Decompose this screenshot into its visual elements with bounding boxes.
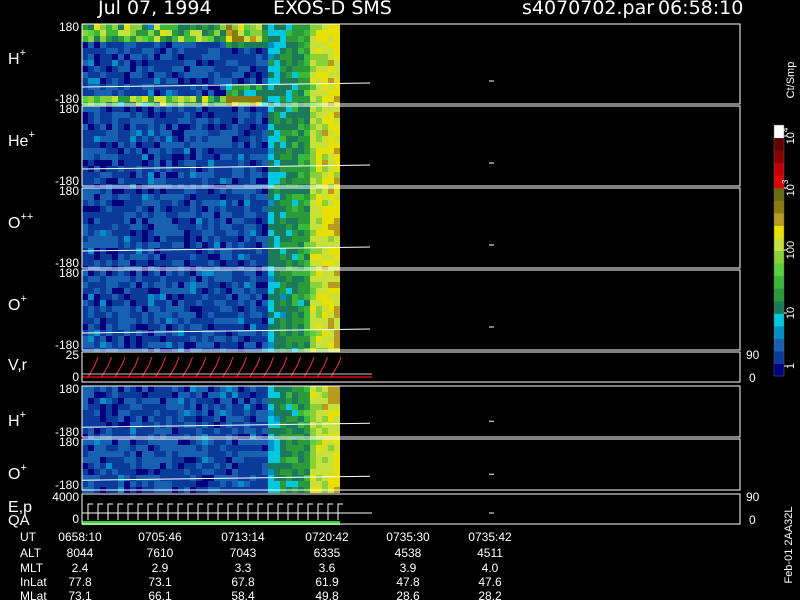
footer-cell: 3.3: [235, 561, 252, 575]
panel-8-right-max: 90: [746, 490, 760, 504]
panel-5: [82, 352, 740, 382]
footer-cell: 0735:42: [468, 530, 512, 544]
colorbar-swatch: [774, 162, 784, 176]
colorbar-swatch: [774, 225, 784, 239]
footer-cell: 0720:42: [305, 530, 349, 544]
panel-8-ymax: 4000: [52, 490, 79, 504]
footer-cell: 28.6: [396, 589, 420, 600]
footer-cell: 8044: [67, 546, 94, 560]
colorbar-swatch: [774, 250, 784, 264]
panels-layer: [81, 24, 740, 525]
footer-cell: 49.8: [315, 589, 339, 600]
panel-5-ymax: 25: [66, 348, 80, 362]
footer-cell: 73.1: [68, 589, 92, 600]
footer-cell: 2.9: [152, 561, 169, 575]
footer-cell: 0735:30: [386, 530, 430, 544]
footer-cell: 61.9: [315, 575, 339, 589]
colorbar-swatch: [774, 187, 784, 201]
header-instrument: EXOS-D SMS: [273, 0, 392, 19]
footer-cell: 2.4: [72, 561, 89, 575]
colorbar-swatch: [774, 288, 784, 302]
colorbar-swatch: [774, 212, 784, 226]
panel-8-label2: QA: [8, 512, 30, 529]
panel-2-ymax: 180: [59, 102, 79, 116]
footer-row-label: MLT: [20, 561, 44, 575]
header-file: s4070702.par: [522, 0, 655, 19]
header-time: 06:58:10: [658, 0, 744, 19]
panel-8-right-min: 0: [749, 513, 756, 527]
footer-cell: 7043: [230, 546, 257, 560]
footer-cell: 73.1: [148, 575, 172, 589]
colorbar-tick: 100: [785, 241, 797, 259]
panel-7-ymax: 180: [59, 435, 79, 449]
panel-1: [81, 24, 740, 108]
colorbar-swatch: [774, 150, 784, 164]
footer-cell: 58.4: [231, 589, 255, 600]
colorbar-swatch: [774, 338, 784, 352]
footer-cell: 47.8: [396, 575, 420, 589]
panel-5-right-max: 90: [746, 348, 760, 362]
footer-cell: 66.1: [148, 589, 172, 600]
footer-cell: 3.9: [400, 561, 417, 575]
panel-4: [81, 270, 740, 354]
colorbar-swatch: [774, 263, 784, 277]
footer-row-label: InLat: [20, 575, 47, 589]
panel-4-ymax: 180: [59, 266, 79, 280]
footer-cell: 4511: [477, 546, 503, 560]
footer-cell: 0713:14: [221, 530, 265, 544]
colorbar-tick: 1: [785, 363, 797, 369]
panel-6-ymax: 180: [59, 382, 79, 396]
footer-cell: 47.6: [478, 575, 502, 589]
footer-cell: 67.8: [231, 575, 255, 589]
footer-cell: 28.2: [478, 589, 502, 600]
colorbar-swatch: [774, 137, 784, 151]
header-date: Jul 07, 1994: [98, 0, 212, 19]
colorbar-swatch: [774, 350, 784, 364]
footer-cell: 0705:46: [138, 530, 182, 544]
footer-cell: 3.6: [319, 561, 336, 575]
footer-cell: 4538: [395, 546, 422, 560]
footer-row-label: UT: [20, 530, 37, 544]
footer-cell: 77.8: [68, 575, 92, 589]
footer-cell: 7610: [147, 546, 174, 560]
panel-3: [81, 188, 740, 272]
colorbar-swatch: [774, 313, 784, 327]
side-note: Feb-01 2AA32L: [783, 506, 795, 583]
colorbar-swatch: [774, 275, 784, 289]
panel-5-label: V,r: [8, 357, 28, 374]
panel-1-ymax: 180: [59, 20, 79, 34]
colorbar-unit: Ct/Smp: [785, 62, 797, 99]
panel-6: [81, 386, 740, 440]
panel-2: [81, 106, 740, 190]
colorbar-tick: 10: [785, 307, 797, 319]
footer-row-label: MLat: [20, 589, 47, 600]
footer-cell: 0658:10: [58, 530, 102, 544]
colorbar-swatch: [774, 237, 784, 251]
colorbar-swatch: [774, 300, 784, 314]
footer-cell: 6335: [314, 546, 341, 560]
panel-8-ymin: 0: [72, 512, 79, 526]
footer-row-label: ALT: [20, 546, 42, 560]
panel-7: [81, 439, 740, 493]
colorbar-swatch: [774, 325, 784, 339]
panel-5-right-min: 0: [749, 371, 756, 385]
footer-cell: 4.0: [482, 561, 499, 575]
panel-8: [82, 494, 740, 525]
spectrogram-chart: H+180-180He+180-180O++180-180O+180-180V,…: [0, 0, 800, 600]
panel-3-ymax: 180: [59, 184, 79, 198]
colorbar-swatch: [774, 200, 784, 214]
colorbar-swatch: [774, 363, 784, 377]
